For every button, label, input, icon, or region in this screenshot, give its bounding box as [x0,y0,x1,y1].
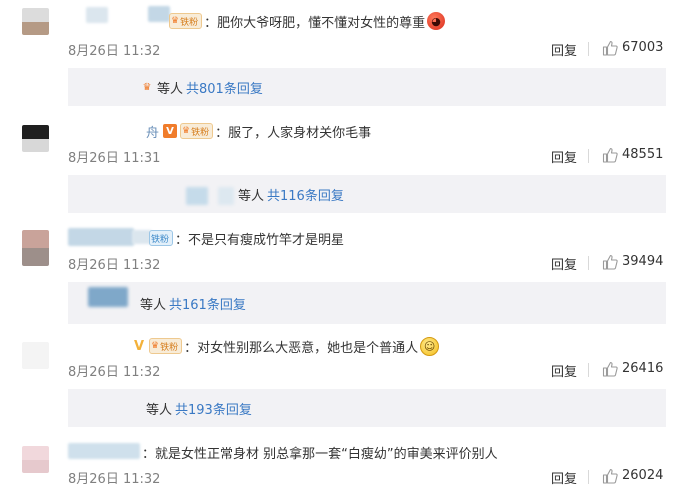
comment-time: 8月26日 11:32 [68,44,161,59]
like-count: 26416 [622,361,664,376]
like-count: 26024 [622,468,664,483]
avatar[interactable] [22,446,49,473]
avatar[interactable] [22,230,49,266]
like-count: 39494 [622,254,664,269]
divider [588,470,589,484]
comment-time: 8月26日 11:31 [68,151,161,166]
crown-icon: ♛ [151,341,160,351]
username-redacted [218,187,234,205]
reply-summary-bar[interactable]: 等人 共161条回复 [68,282,666,324]
comment-text: ：肥你大爷呀肥，懂不懂对女性的尊重 [204,15,426,31]
comment-meta: 8月26日 11:32 回复 67003 [68,40,668,59]
username-fragment[interactable]: 舟 [146,122,159,141]
username-redacted[interactable] [68,228,134,246]
comment-meta: 8月26日 11:32 回复 26416 [68,361,668,380]
thumbs-up-icon[interactable] [602,254,618,270]
thumbs-up-icon[interactable] [602,468,618,484]
reply-summary-prefix: 等人 [146,402,173,418]
comment-text: ：就是女性正常身材 别总拿那一套“白瘦幼”的审美来评价别人 [142,446,498,462]
reply-total-link[interactable]: 共801条回复 [186,78,263,97]
verified-v-icon: V [133,338,145,354]
reply-total-link[interactable]: 共161条回复 [169,294,246,313]
avatar[interactable] [22,8,49,35]
username-redacted [186,187,208,205]
divider [588,149,589,163]
crown-icon: ♛ [142,81,152,93]
avatar[interactable] [22,342,49,369]
reply-total-link[interactable]: 共116条回复 [267,185,344,204]
username-redacted[interactable] [68,443,140,459]
avatar[interactable] [22,125,49,152]
reply-summary-bar[interactable]: 等人 共116条回复 [68,175,666,213]
reply-summary-bar[interactable]: 等人 共193条回复 [68,389,666,427]
comment-meta: 8月26日 11:32 回复 39494 [68,254,668,273]
divider [588,363,589,377]
divider [588,42,589,56]
comment-time: 8月26日 11:32 [68,258,161,273]
reply-summary-prefix: 等人 [140,297,167,313]
crown-icon: ♛ [171,16,180,26]
comment-time: 8月26日 11:32 [68,472,161,487]
fan-badge[interactable]: ♛ 铁粉 [149,338,183,354]
comment-text: ：不是只有瘦成竹竿才是明星 [175,232,345,248]
reply-button[interactable]: 回复 [551,254,577,273]
thumbs-up-icon[interactable] [602,40,618,56]
username-redacted [88,287,128,307]
reply-button[interactable]: 回复 [551,468,577,487]
reply-summary-prefix: 等人 [238,188,265,204]
comment-time: 8月26日 11:32 [68,365,161,380]
comment-text: ：对女性别那么大恶意，她也是个普通人 [184,340,419,356]
crown-icon: ♛ [182,126,191,136]
reply-button[interactable]: 回复 [551,361,577,380]
fan-badge[interactable]: 铁粉 [149,230,174,246]
fan-badge[interactable]: ♛ 铁粉 [180,123,214,139]
verified-v-icon: V [163,124,178,138]
comment-meta: 8月26日 11:32 回复 26024 [68,468,668,487]
like-count: 67003 [622,40,664,55]
username-redacted[interactable] [148,6,170,22]
username-redacted[interactable] [86,7,108,23]
smile-face-emoji-icon: ☺ [420,336,440,356]
reply-button[interactable]: 回复 [551,40,577,59]
fan-badge[interactable]: ♛ 铁粉 [169,13,203,29]
reply-total-link[interactable]: 共193条回复 [175,399,252,418]
angry-face-emoji-icon: ◕ [427,12,446,30]
comment-text: ：服了，人家身材关你毛事 [215,125,372,141]
comment-meta: 8月26日 11:31 回复 48551 [68,147,668,166]
divider [588,256,589,270]
reply-summary-bar[interactable]: ♛ 等人 共801条回复 [68,68,666,106]
thumbs-up-icon[interactable] [602,147,618,163]
reply-summary-prefix: 等人 [157,81,184,97]
thumbs-up-icon[interactable] [602,361,618,377]
like-count: 48551 [622,147,664,162]
reply-button[interactable]: 回复 [551,147,577,166]
